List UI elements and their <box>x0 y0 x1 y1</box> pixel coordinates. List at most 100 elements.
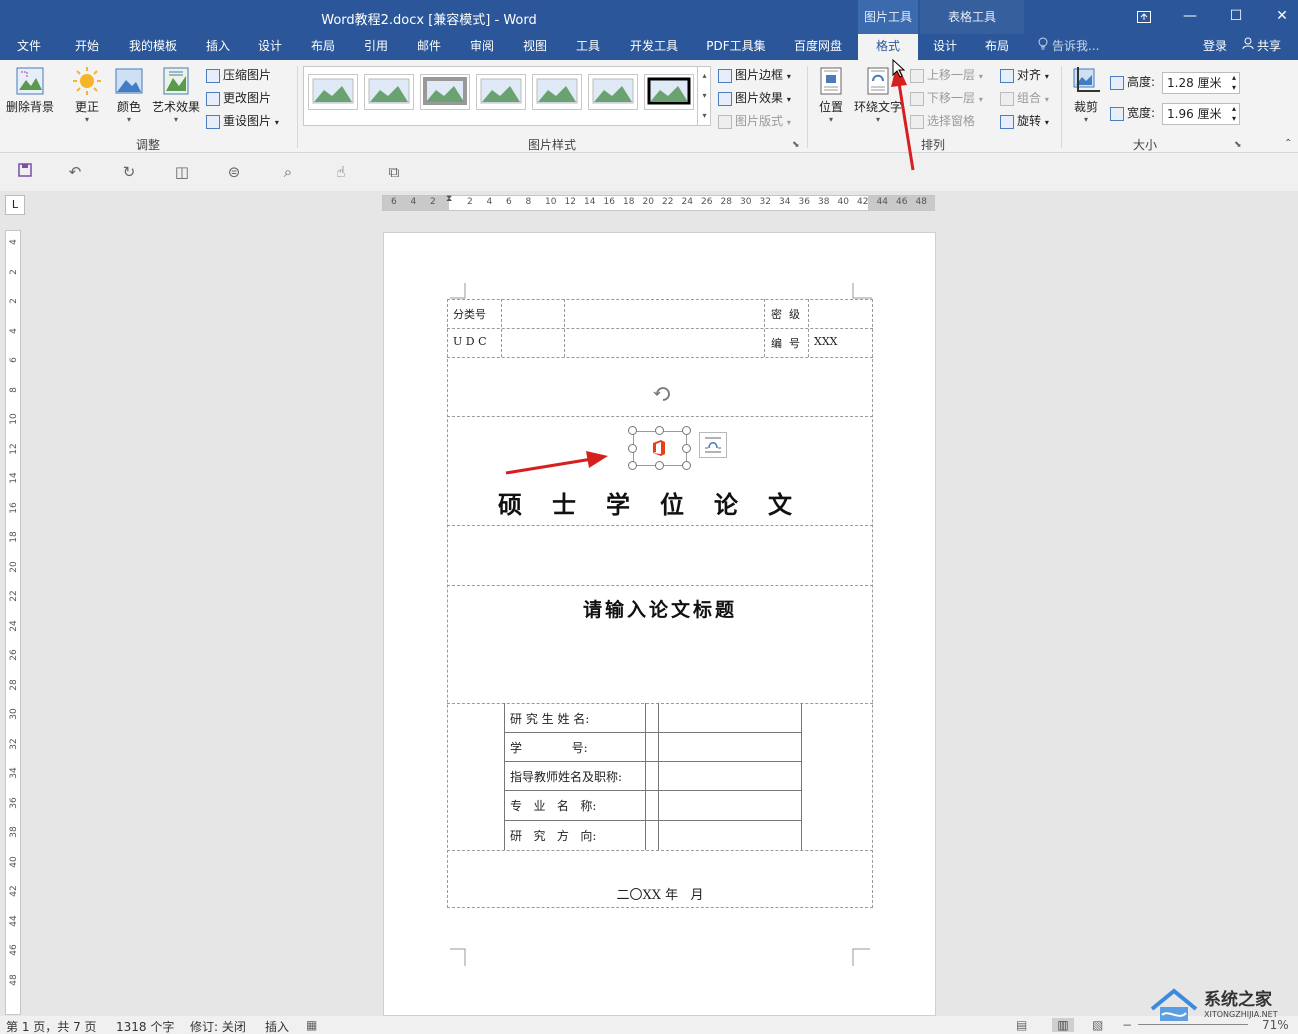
tab-references[interactable]: 引用 <box>354 34 398 60</box>
tab-review[interactable]: 审阅 <box>460 34 504 60</box>
resize-handle[interactable] <box>655 426 664 435</box>
resize-handle[interactable] <box>682 461 691 470</box>
site-watermark: 系统之家 XITONGZHIJIA.NET <box>1148 983 1288 1023</box>
corrections-button[interactable]: 更正 ▾ <box>68 66 106 124</box>
insert-mode[interactable]: 插入 <box>265 1018 289 1034</box>
corrections-label: 更正 <box>74 100 99 114</box>
resize-handle[interactable] <box>628 426 637 435</box>
print-preview-icon[interactable]: ⌕ <box>276 161 300 183</box>
close-button[interactable]: ✕ <box>1259 0 1298 34</box>
ruler-tick-label: 6 <box>506 197 512 207</box>
thesis-title-placeholder[interactable]: 请输入论文标题 <box>448 595 872 622</box>
undo-icon[interactable]: ↶ <box>63 161 87 183</box>
collapse-ribbon-icon[interactable]: ⌃ <box>1284 138 1292 149</box>
tab-home[interactable]: 开始 <box>64 34 110 60</box>
main-title[interactable]: 硕士学位论文 <box>448 485 872 520</box>
share-button[interactable]: 共享 <box>1242 34 1281 60</box>
tab-view[interactable]: 视图 <box>513 34 557 60</box>
touch-mode-icon[interactable]: ☝ <box>329 161 353 183</box>
remove-background-button[interactable]: 删除背景 <box>4 66 56 115</box>
page-count[interactable]: 第 1 页，共 7 页 <box>6 1018 97 1034</box>
position-button[interactable]: 位置 ▾ <box>812 66 850 124</box>
gallery-scroll[interactable]: ▴ ▾ ▾ <box>697 66 711 126</box>
tab-pdf-tools[interactable]: PDF工具集 <box>698 34 774 60</box>
tab-table-layout[interactable]: 布局 <box>974 34 1020 60</box>
resize-handle[interactable] <box>628 461 637 470</box>
layout-options-icon[interactable] <box>699 432 727 458</box>
tab-my-templates[interactable]: 我的模板 <box>120 34 186 60</box>
ruler-tick-label: 14 <box>584 197 596 207</box>
picture-layout-button[interactable]: 图片版式 ▾ <box>718 110 791 132</box>
size-dialog-launcher-icon[interactable]: ⬊ <box>1234 140 1242 150</box>
resize-handle[interactable] <box>682 444 691 453</box>
redo-icon[interactable]: ↻ <box>117 161 141 183</box>
artistic-effects-button[interactable]: 艺术效果 ▾ <box>151 66 201 124</box>
resize-handle[interactable] <box>682 426 691 435</box>
print-layout-icon[interactable]: ▥ <box>1052 1018 1074 1032</box>
picture-style-thumbnail[interactable] <box>588 74 638 110</box>
picture-style-thumbnail[interactable] <box>364 74 414 110</box>
picture-style-thumbnail[interactable] <box>476 74 526 110</box>
web-layout-icon[interactable]: ⊜ <box>222 161 246 183</box>
two-pages-icon[interactable]: ◫ <box>170 161 194 183</box>
ruler-tick-label: 16 <box>9 501 19 514</box>
height-input[interactable]: 1.28 厘米 ▴ ▾ <box>1162 72 1240 94</box>
tab-layout[interactable]: 布局 <box>301 34 345 60</box>
tab-developer[interactable]: 开发工具 <box>622 34 686 60</box>
maximize-button[interactable]: ☐ <box>1213 0 1259 34</box>
macro-record-icon[interactable]: ▦ <box>306 1018 317 1032</box>
resize-handle[interactable] <box>628 444 637 453</box>
read-mode-icon[interactable]: ▤ <box>1016 1018 1027 1032</box>
zoom-out-icon[interactable]: − <box>1122 1018 1132 1032</box>
tab-table-design[interactable]: 设计 <box>922 34 968 60</box>
context-table-tools: 表格工具 <box>920 0 1024 34</box>
height-icon <box>1110 75 1124 90</box>
group-objects-button[interactable]: 组合 ▾ <box>1000 87 1049 109</box>
width-icon <box>1110 106 1124 121</box>
width-input[interactable]: 1.96 厘米 ▴ ▾ <box>1162 103 1240 125</box>
compress-pictures-button[interactable]: 压缩图片 <box>206 64 271 86</box>
reset-picture-button[interactable]: 重设图片 ▾ <box>206 110 279 132</box>
serial-label: 编 号 <box>771 337 800 350</box>
picture-style-thumbnail[interactable] <box>308 74 358 110</box>
row-divider <box>447 328 873 329</box>
align-button[interactable]: 对齐 ▾ <box>1000 64 1049 86</box>
picture-style-thumbnail[interactable] <box>420 74 470 110</box>
tell-me-search[interactable]: 告诉我... <box>1038 34 1099 60</box>
tab-insert[interactable]: 插入 <box>196 34 240 60</box>
compress-label: 压缩图片 <box>223 68 272 82</box>
customize-toolbar-icon[interactable]: ⧉ <box>382 161 406 183</box>
info-label-major: 专 业 名 称: <box>510 799 597 813</box>
vertical-ruler[interactable]: 4 2 2 4 6 8 10 12 14 16 18 20 22 24 26 28 30 32 34 36 38 40 42… <box>5 230 21 1015</box>
picture-border-button[interactable]: 图片边框 ▾ <box>718 64 791 86</box>
horizontal-ruler[interactable]: 6 4 2 2 4 6 8 10 12 14 16 18 20 22 24 26 28 30 32 34 36 38 40 4… <box>382 194 935 211</box>
resize-handle[interactable] <box>655 461 664 470</box>
login-link[interactable]: 登录 <box>1203 34 1227 60</box>
color-button[interactable]: 颜色 ▾ <box>110 66 148 124</box>
tab-selector[interactable]: L <box>5 195 25 215</box>
col-divider <box>658 703 659 850</box>
tab-baidu-netdisk[interactable]: 百度网盘 <box>786 34 850 60</box>
track-changes-status[interactable]: 修订: 关闭 <box>190 1018 246 1034</box>
date-line[interactable]: 二〇XX 年 月 <box>448 884 872 903</box>
crop-button[interactable]: 裁剪 ▾ <box>1066 66 1106 124</box>
web-layout-view-icon[interactable]: ▧ <box>1092 1018 1103 1032</box>
minimize-button[interactable]: — <box>1167 0 1213 34</box>
word-count[interactable]: 1318 个字 <box>116 1018 174 1034</box>
change-picture-button[interactable]: 更改图片 <box>206 87 271 109</box>
tab-tools[interactable]: 工具 <box>566 34 610 60</box>
rotate-button[interactable]: 旋转 ▾ <box>1000 110 1049 132</box>
serial-value[interactable]: XXX <box>814 335 838 348</box>
styles-dialog-launcher-icon[interactable]: ⬊ <box>792 140 800 150</box>
tab-design[interactable]: 设计 <box>248 34 292 60</box>
ribbon-display-options-icon[interactable] <box>1121 0 1167 34</box>
tab-file[interactable]: 文件 <box>6 34 52 60</box>
picture-effects-button[interactable]: 图片效果 ▾ <box>718 87 791 109</box>
zoom-slider[interactable] <box>1138 1024 1248 1025</box>
picture-style-thumbnail[interactable] <box>532 74 582 110</box>
picture-style-thumbnail[interactable] <box>644 74 694 110</box>
save-icon[interactable] <box>13 161 37 183</box>
indent-marker-icon[interactable]: ⧗ <box>446 194 452 204</box>
rotate-handle-icon[interactable] <box>653 387 670 401</box>
tab-mailings[interactable]: 邮件 <box>407 34 451 60</box>
